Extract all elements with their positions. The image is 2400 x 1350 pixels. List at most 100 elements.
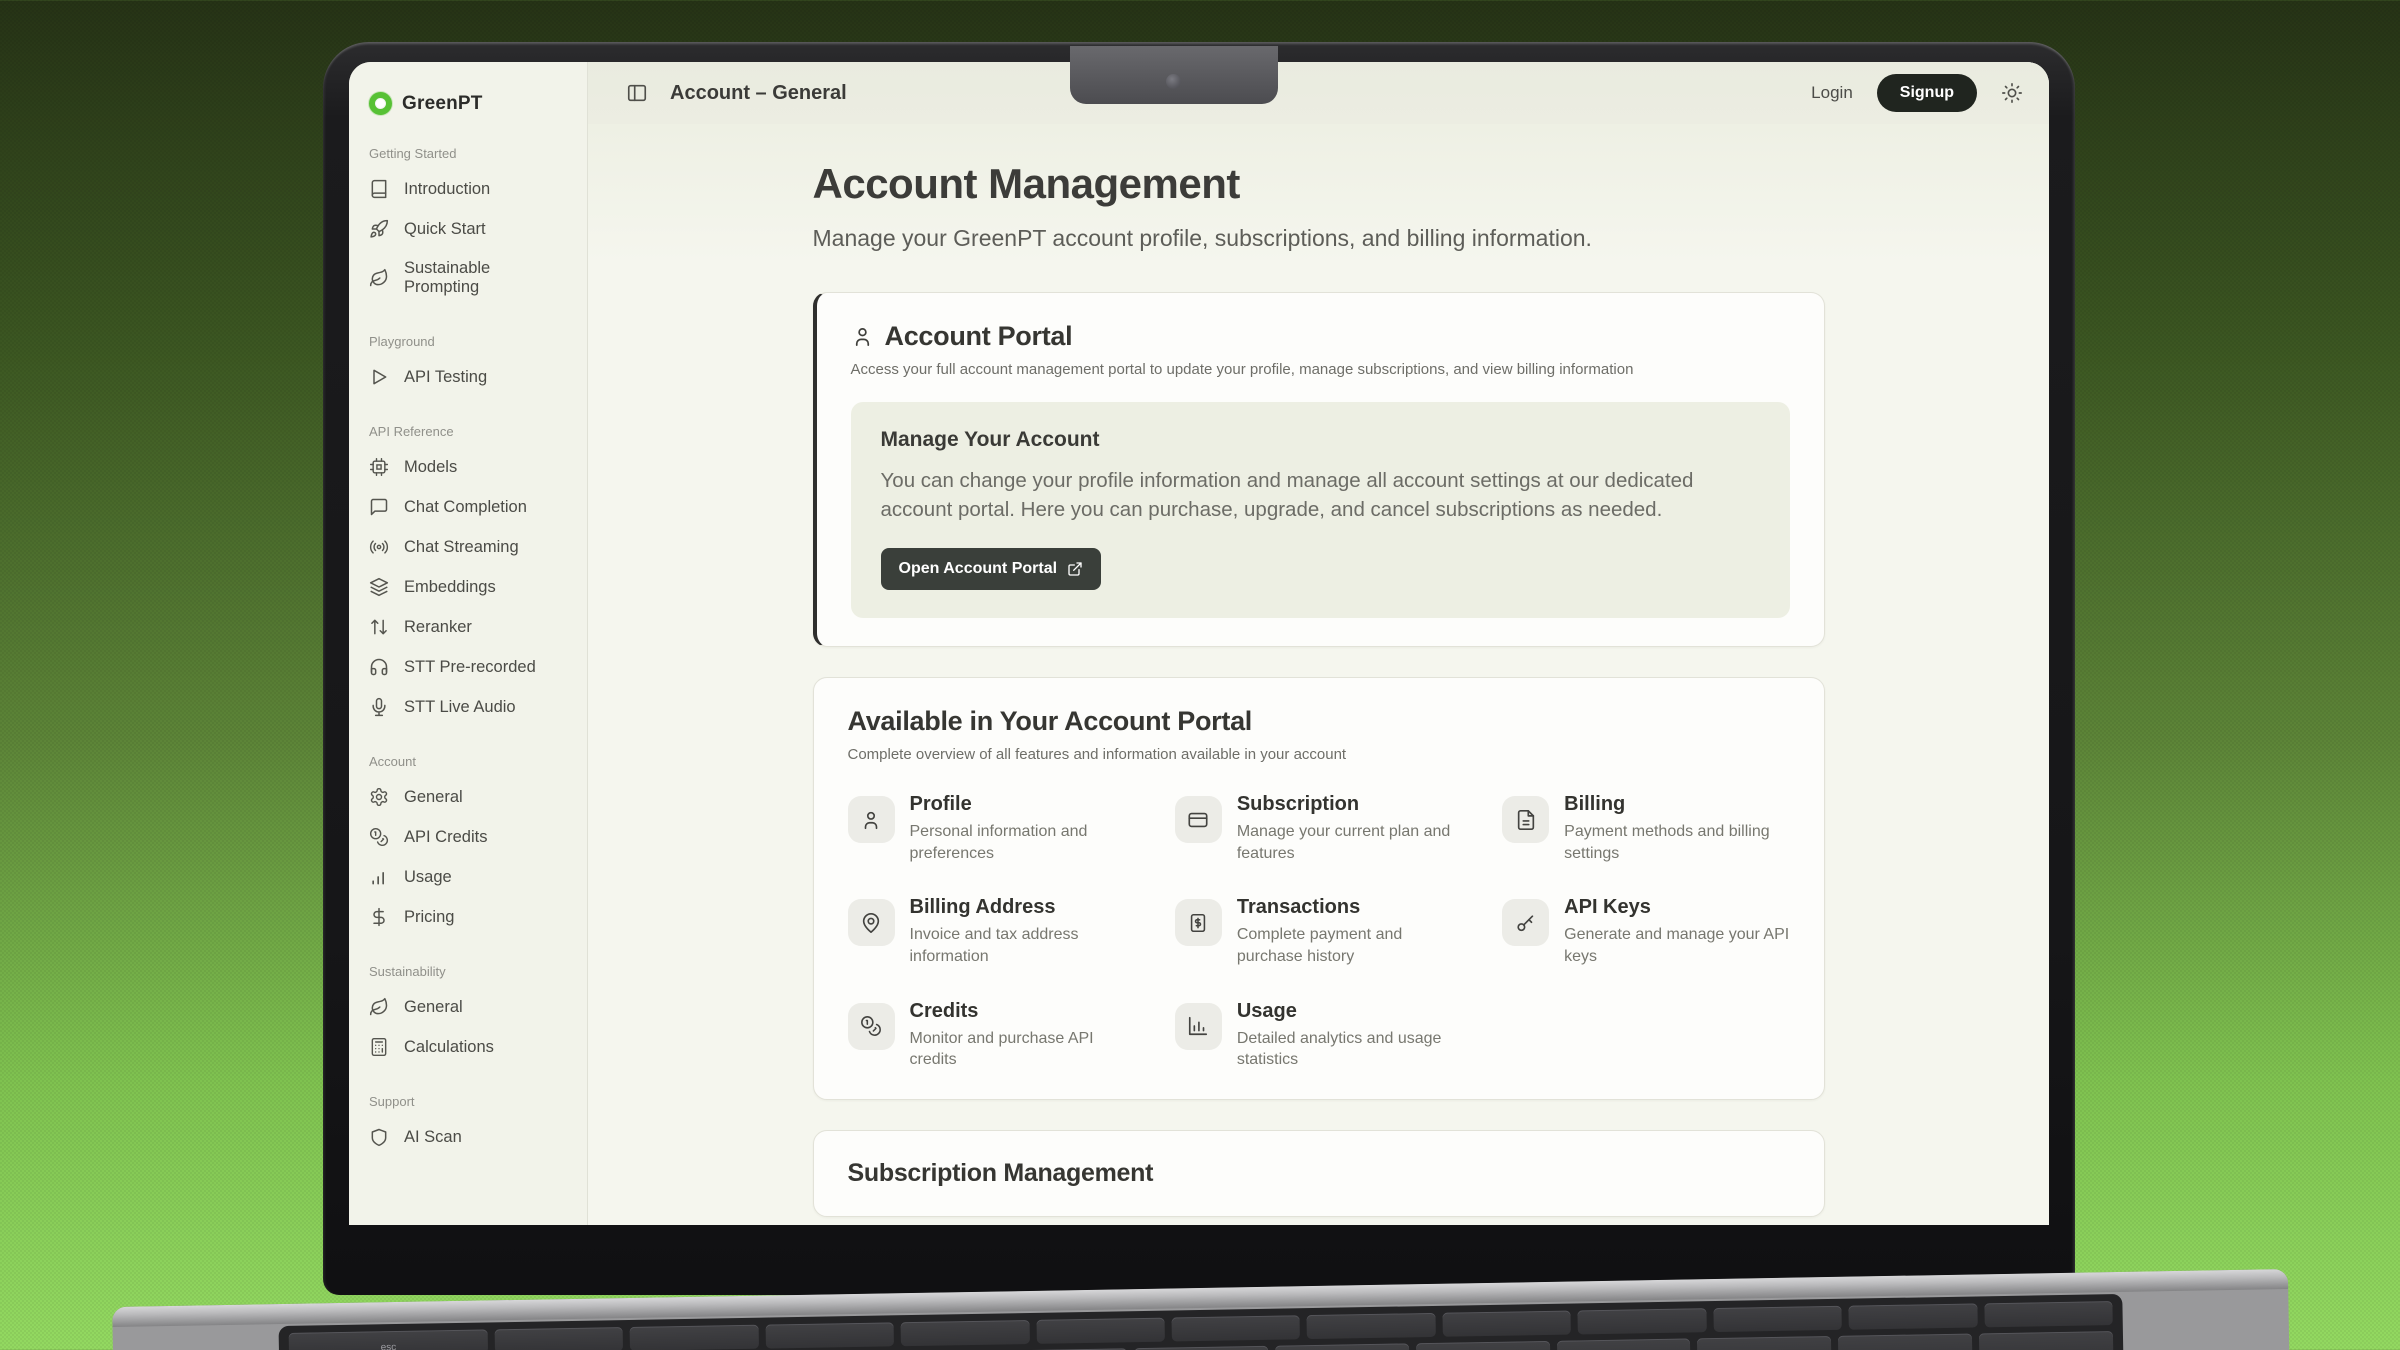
sidebar-item-chat-completion[interactable]: Chat Completion — [349, 487, 587, 527]
keyboard-key — [1713, 1306, 1842, 1332]
headphones-icon — [369, 657, 389, 677]
rocket-icon — [369, 219, 389, 239]
dollar-icon — [369, 907, 389, 927]
sidebar: GreenPT Getting Started Introduction Qui… — [349, 62, 588, 1225]
laptop-frame: GreenPT Getting Started Introduction Qui… — [323, 42, 2075, 1295]
sidebar-item-usage[interactable]: Usage — [349, 857, 587, 897]
sidebar-item-stt-live-audio[interactable]: STT Live Audio — [349, 687, 587, 727]
signup-button[interactable]: Signup — [1877, 74, 1977, 112]
keyboard-key: = — [1979, 1331, 2113, 1350]
feature-usage: UsageDetailed analytics and usage statis… — [1175, 1000, 1462, 1071]
sidebar-item-calculations[interactable]: Calculations — [349, 1027, 587, 1067]
chip-icon — [369, 457, 389, 477]
user-icon — [851, 325, 874, 348]
key-icon — [1502, 899, 1549, 946]
features-title: Available in Your Account Portal — [848, 706, 1790, 737]
keyboard-key — [1578, 1308, 1707, 1334]
manage-account-box: Manage Your Account You can change your … — [851, 402, 1790, 618]
keyboard-key: 0 — [1697, 1336, 1831, 1350]
keyboard-key — [1036, 1318, 1165, 1344]
features-grid: ProfilePersonal information and preferen… — [848, 793, 1790, 1071]
sidebar-item-stt-prerecorded[interactable]: STT Pre-recorded — [349, 647, 587, 687]
theme-toggle-sun-icon[interactable] — [2001, 82, 2023, 104]
sidebar-item-api-credits[interactable]: API Credits — [349, 817, 587, 857]
sidebar-item-sustainability-general[interactable]: General — [349, 987, 587, 1027]
coins-icon — [848, 1003, 895, 1050]
subscription-management-card: Subscription Management — [813, 1130, 1825, 1217]
login-link[interactable]: Login — [1811, 83, 1853, 103]
bar-chart-icon — [1175, 1003, 1222, 1050]
keyboard-key — [1442, 1311, 1571, 1337]
main-area: Account – General Login Signup Account M… — [588, 62, 2049, 1225]
credit-card-icon — [1175, 796, 1222, 843]
page-title: Account Management — [813, 160, 1825, 208]
keyboard-key: 8 — [1416, 1341, 1550, 1350]
play-icon — [369, 367, 389, 387]
layers-icon — [369, 577, 389, 597]
sidebar-item-introduction[interactable]: Introduction — [349, 169, 587, 209]
sidebar-item-reranker[interactable]: Reranker — [349, 607, 587, 647]
account-portal-subtitle: Access your full account management port… — [851, 361, 1790, 378]
keyboard-key — [495, 1327, 624, 1350]
sidebar-section-playground: Playground — [369, 334, 567, 349]
feature-billing: BillingPayment methods and billing setti… — [1502, 793, 1789, 864]
features-card: Available in Your Account Portal Complet… — [813, 677, 1825, 1100]
feature-credits: CreditsMonitor and purchase API credits — [848, 1000, 1135, 1071]
account-portal-card: Account Portal Access your full account … — [813, 292, 1825, 647]
sort-icon — [369, 617, 389, 637]
keyboard-key: esc — [289, 1329, 488, 1350]
feature-api-keys: API KeysGenerate and manage your API key… — [1502, 896, 1789, 967]
sidebar-item-quick-start[interactable]: Quick Start — [349, 209, 587, 249]
sidebar-section-getting-started: Getting Started — [369, 146, 567, 161]
open-account-portal-button[interactable]: Open Account Portal — [881, 548, 1102, 590]
calculator-icon — [369, 1037, 389, 1057]
book-icon — [369, 179, 389, 199]
keyboard-key — [1307, 1313, 1436, 1339]
keyboard-key: 7 — [1275, 1343, 1409, 1350]
brand[interactable]: GreenPT — [349, 62, 587, 119]
gear-icon — [369, 787, 389, 807]
manage-account-title: Manage Your Account — [881, 428, 1760, 452]
sidebar-item-chat-streaming[interactable]: Chat Streaming — [349, 527, 587, 567]
laptop-display: GreenPT Getting Started Introduction Qui… — [349, 62, 2049, 1225]
keyboard-key: 9 — [1557, 1338, 1691, 1350]
topbar: Account – General Login Signup — [588, 62, 2049, 124]
chat-icon — [369, 497, 389, 517]
mic-icon — [369, 697, 389, 717]
sidebar-item-account-general[interactable]: General — [349, 777, 587, 817]
sidebar-item-models[interactable]: Models — [349, 447, 587, 487]
sidebar-section-support: Support — [369, 1094, 567, 1109]
leaf-icon — [369, 268, 389, 288]
sidebar-item-embeddings[interactable]: Embeddings — [349, 567, 587, 607]
feature-profile: ProfilePersonal information and preferen… — [848, 793, 1135, 864]
laptop-notch — [1070, 46, 1278, 104]
topbar-title: Account – General — [670, 82, 847, 105]
shield-icon — [369, 1127, 389, 1147]
sidebar-section-sustainability: Sustainability — [369, 964, 567, 979]
bars-icon — [369, 867, 389, 887]
keyboard-key — [1984, 1301, 2113, 1327]
sidebar-item-sustainable-prompting[interactable]: Sustainable Prompting — [349, 249, 587, 307]
feature-subscription: SubscriptionManage your current plan and… — [1175, 793, 1462, 864]
sidebar-item-ai-scan[interactable]: AI Scan — [349, 1117, 587, 1157]
keyboard-key: 6 — [1134, 1346, 1268, 1350]
sidebar-section-account: Account — [369, 754, 567, 769]
page-scroll-area[interactable]: Account Management Manage your GreenPT a… — [588, 124, 2049, 1225]
feature-billing-address: Billing AddressInvoice and tax address i… — [848, 896, 1135, 967]
sidebar-toggle-icon[interactable] — [626, 82, 648, 104]
sidebar-item-api-testing[interactable]: API Testing — [349, 357, 587, 397]
keyboard-key — [1849, 1303, 1978, 1329]
brand-name: GreenPT — [402, 93, 483, 115]
receipt-icon — [1175, 899, 1222, 946]
manage-account-body: You can change your profile information … — [881, 466, 1760, 524]
keyboard-key: - — [1838, 1334, 1972, 1350]
keyboard-key — [630, 1325, 759, 1350]
subscription-management-title: Subscription Management — [848, 1159, 1790, 1188]
sidebar-item-pricing[interactable]: Pricing — [349, 897, 587, 937]
feature-transactions: TransactionsComplete payment and purchas… — [1175, 896, 1462, 967]
keyboard-key — [765, 1322, 894, 1348]
brand-logo-icon — [369, 92, 392, 115]
features-subtitle: Complete overview of all features and in… — [848, 746, 1790, 763]
sidebar-section-api-reference: API Reference — [369, 424, 567, 439]
page-subtitle: Manage your GreenPT account profile, sub… — [813, 225, 1825, 252]
